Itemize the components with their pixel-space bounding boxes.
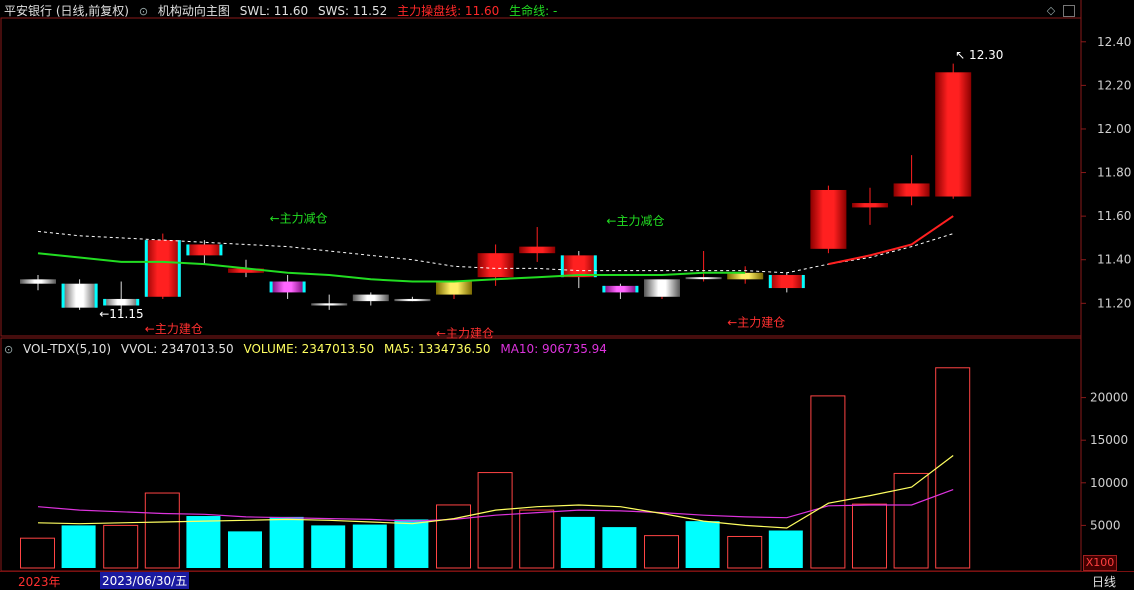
candle-edge-left bbox=[61, 283, 65, 308]
volume-ma5-line bbox=[37, 455, 954, 529]
volume-bar-down bbox=[228, 531, 262, 568]
volume-bar-up bbox=[810, 395, 846, 569]
candle-edge-right bbox=[94, 283, 98, 308]
candle-body bbox=[685, 277, 722, 280]
candle-body bbox=[560, 255, 597, 278]
volume-bar-down bbox=[186, 516, 221, 568]
time-axis-bar: 2023年 2023/06/30/五 日线 bbox=[0, 571, 1134, 589]
volume-ma10-line bbox=[37, 489, 954, 522]
candle-body bbox=[893, 183, 930, 197]
volume-bar-up bbox=[727, 535, 763, 569]
candle-edge-left bbox=[269, 281, 273, 293]
candle-edge-right bbox=[219, 244, 223, 256]
volume-tick-label: 15000 bbox=[1090, 433, 1128, 447]
price-tick-label: 11.20 bbox=[1097, 296, 1131, 310]
volume-bar-up bbox=[103, 524, 139, 569]
price-tick-label: 12.20 bbox=[1097, 78, 1131, 92]
volume-tick-label: 20000 bbox=[1090, 391, 1128, 405]
candle-edge-left bbox=[186, 244, 190, 256]
period-label[interactable]: 日线 bbox=[1092, 573, 1116, 590]
annotation-sell: ←主力减仓 bbox=[606, 214, 664, 228]
candle-body bbox=[519, 246, 556, 254]
annotation-buy: ←主力建仓 bbox=[727, 316, 785, 330]
volume-unit-badge: X100 bbox=[1083, 555, 1117, 571]
annotation-high: ↖ 12.30 bbox=[955, 48, 1003, 62]
candle-edge-left bbox=[768, 274, 772, 289]
candle-edge-left bbox=[602, 285, 606, 293]
candle-body bbox=[61, 283, 98, 308]
annotation-low: ←11.15 bbox=[99, 307, 143, 321]
candle-edge-right bbox=[302, 281, 306, 293]
volume-bar-up bbox=[477, 472, 513, 569]
candle-body bbox=[477, 253, 514, 278]
price-tick-label: 11.60 bbox=[1097, 209, 1131, 223]
candle-body bbox=[20, 279, 56, 284]
volume-bar-up bbox=[852, 503, 887, 569]
candle-edge-left bbox=[144, 240, 148, 297]
volume-tick-label: 10000 bbox=[1090, 476, 1128, 490]
candle-edge-right bbox=[593, 255, 597, 278]
volume-bar-up bbox=[144, 492, 180, 569]
volume-bar-up bbox=[644, 535, 679, 569]
volume-bar-down bbox=[269, 516, 304, 568]
candle-body bbox=[436, 281, 472, 295]
candle-body bbox=[810, 189, 847, 249]
year-label: 2023年 bbox=[18, 575, 61, 589]
volume-bar-up bbox=[20, 537, 55, 569]
volume-panel-frame bbox=[0, 337, 1082, 572]
candle-body bbox=[394, 298, 431, 302]
volume-bar-down bbox=[560, 516, 595, 568]
candle-body bbox=[768, 274, 805, 289]
annotation-sell: ←主力减仓 bbox=[270, 212, 328, 226]
candle-edge-left bbox=[103, 298, 107, 306]
candle-edge-right bbox=[177, 240, 181, 297]
volume-bar-up bbox=[935, 367, 971, 569]
volume-bar-down bbox=[61, 525, 96, 568]
price-tick-label: 11.80 bbox=[1097, 166, 1131, 180]
ma-red-line bbox=[828, 215, 954, 266]
candle-body bbox=[644, 279, 680, 297]
volume-bar-down bbox=[602, 527, 637, 568]
volume-bar-down bbox=[394, 519, 429, 568]
candle-edge-right bbox=[635, 285, 639, 293]
volume-bar-up bbox=[436, 504, 471, 569]
annotation-buy: ←主力建仓 bbox=[145, 322, 203, 336]
candle-body bbox=[352, 294, 389, 302]
candle-body bbox=[269, 281, 306, 293]
volume-bar-up bbox=[519, 509, 555, 569]
volume-tick-label: 5000 bbox=[1090, 518, 1121, 532]
price-tick-label: 11.40 bbox=[1097, 253, 1131, 267]
candle-body bbox=[602, 285, 639, 293]
candle-body bbox=[186, 244, 223, 256]
candle-body bbox=[852, 203, 888, 208]
chart-canvas[interactable]: 12.40 12.20 12.00 11.80 11.60 11.40 11.20 20000… bbox=[0, 0, 1134, 588]
candle-body bbox=[103, 298, 140, 306]
cursor-date-label: 2023/06/30/五 bbox=[100, 572, 190, 589]
annotation-buy: ←主力建仓 bbox=[436, 326, 494, 340]
volume-bar-down bbox=[685, 521, 720, 568]
volume-bar-down bbox=[768, 530, 803, 568]
candle-edge-right bbox=[801, 274, 805, 289]
stock-chart-window: 平安银行 (日线,前复权) ⊙ 机构动向主图 SWL: 11.60 SWS: 1… bbox=[0, 0, 1134, 589]
volume-bar-down bbox=[311, 525, 346, 568]
candle-body bbox=[311, 303, 348, 306]
price-tick-label: 12.00 bbox=[1097, 122, 1131, 136]
volume-bar-down bbox=[352, 524, 387, 568]
candle-body bbox=[144, 240, 181, 297]
price-tick-label: 12.40 bbox=[1097, 35, 1131, 49]
candle-edge-left bbox=[560, 255, 564, 278]
candle-edge-right bbox=[136, 298, 140, 306]
candle-body bbox=[935, 72, 972, 197]
